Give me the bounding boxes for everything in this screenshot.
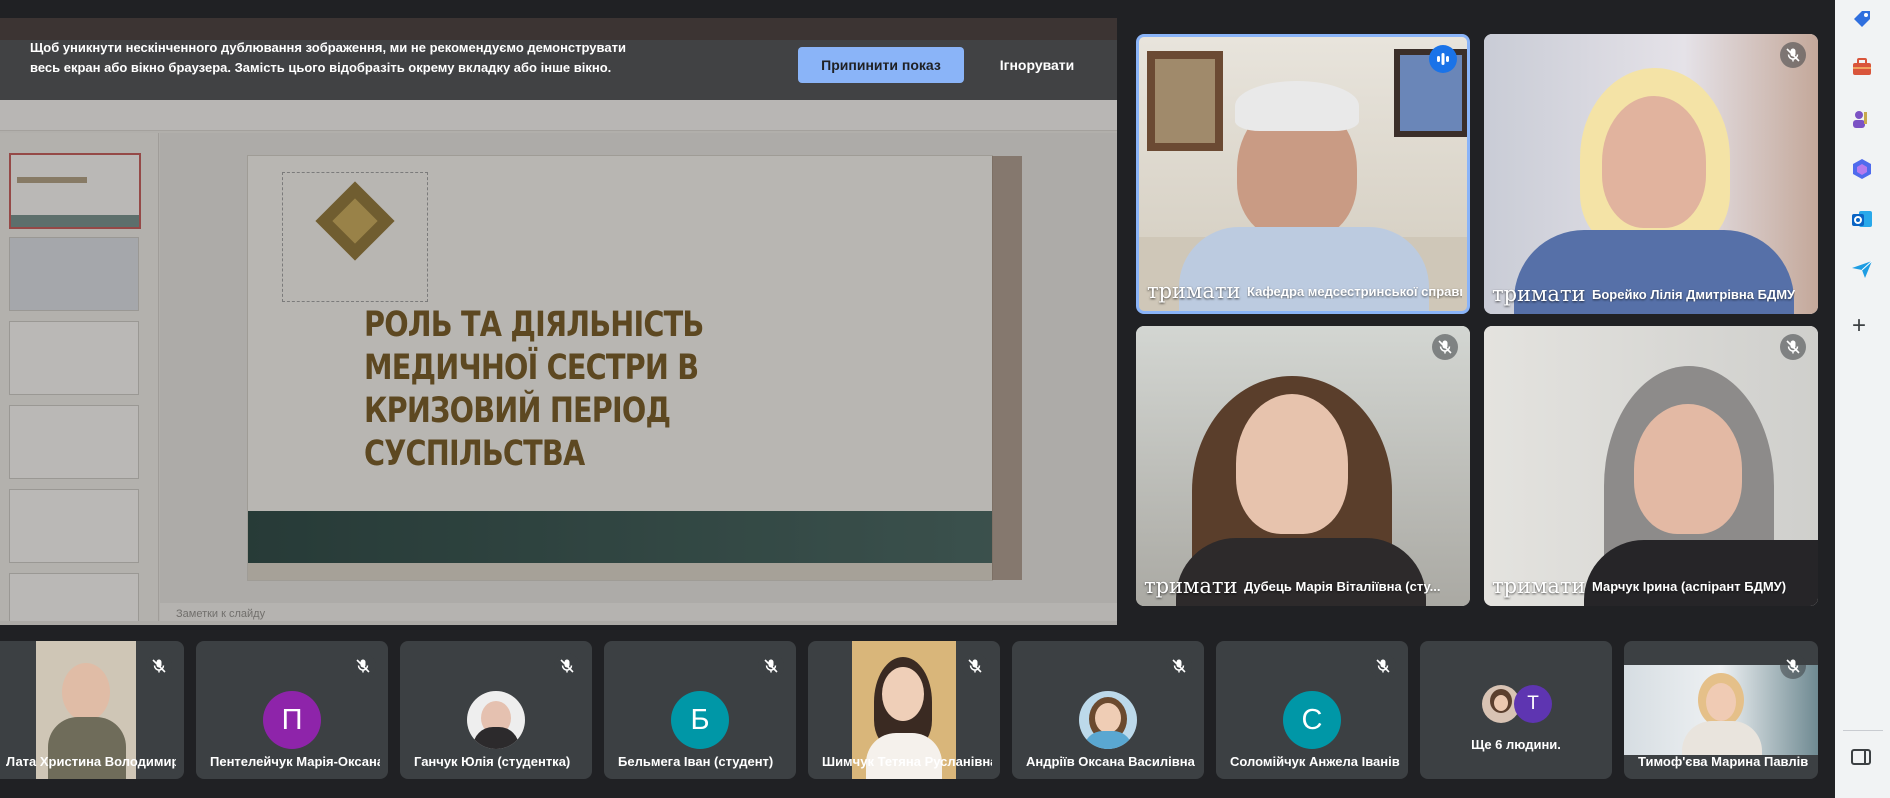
avatar: С [1283, 691, 1341, 749]
add-icon[interactable]: + [1852, 314, 1866, 338]
participant-tile[interactable]: Тимоф'єва Марина Павлівна [1624, 641, 1818, 779]
participant-shirt [1584, 540, 1818, 606]
avatar [467, 691, 525, 749]
participant-face [1602, 96, 1706, 228]
video-tile[interactable]: тримати Марчук Ірина (аспірант БДМУ) [1484, 326, 1818, 606]
hold-label: тримати [1144, 574, 1238, 598]
participant-name: Борейко Лілія Дмитрівна БДМУ [1592, 287, 1796, 302]
people-icon[interactable] [1849, 106, 1875, 132]
avatar: П [263, 691, 321, 749]
mic-off-icon [1780, 334, 1806, 360]
avatar: T [1514, 685, 1552, 723]
mic-off-icon [1780, 653, 1806, 679]
avatar: Б [671, 691, 729, 749]
speaking-indicator-icon [1429, 45, 1457, 73]
participant-face [1634, 404, 1742, 534]
hold-label: тримати [1492, 282, 1586, 306]
participant-name: Соломійчук Анжела Іванівна [1230, 754, 1400, 769]
share-dim-overlay [0, 18, 1117, 625]
participant-name: Кафедра медсестринської справи... [1247, 284, 1462, 299]
briefcase-icon[interactable] [1849, 54, 1875, 80]
banner-text: Щоб уникнути нескінченного дублювання зо… [30, 40, 626, 75]
outlook-icon[interactable] [1849, 206, 1875, 232]
mic-off-icon [1432, 334, 1458, 360]
participant-tile[interactable]: Ганчук Юлія (студентка) [400, 641, 592, 779]
participant-tile[interactable]: Шимчук Тетяна Русланівна [808, 641, 1000, 779]
mic-off-icon [1780, 42, 1806, 68]
participant-face [1236, 394, 1348, 534]
wall-frame [1147, 51, 1223, 151]
participant-name: Лата Христина Володимирівна [6, 754, 176, 769]
sidebar-panel-icon[interactable] [1851, 749, 1871, 765]
mic-off-icon [758, 653, 784, 679]
stop-sharing-button[interactable]: Припинити показ [798, 47, 964, 83]
hold-label: тримати [1147, 279, 1241, 303]
participant-name: Дубець Марія Віталіївна (сту... [1244, 579, 1441, 594]
participant-name: Шимчук Тетяна Русланівна [822, 754, 992, 769]
participant-name: Тимоф'єва Марина Павлівна [1638, 754, 1808, 769]
participant-name: Пентелейчук Марія-Оксана [210, 754, 380, 769]
participant-name: Андріїв Оксана Василівна [1026, 754, 1195, 769]
participant-tile[interactable]: С Соломійчук Анжела Іванівна [1216, 641, 1408, 779]
browser-sidebar: + [1835, 0, 1890, 798]
copilot-icon[interactable] [1849, 156, 1875, 182]
more-participants-label: Ще 6 людини. [1471, 737, 1561, 752]
participant-tile[interactable]: Б Бельмега Іван (студент) [604, 641, 796, 779]
participant-name: Марчук Ірина (аспірант БДМУ) [1592, 579, 1787, 594]
mic-off-icon [1370, 653, 1396, 679]
mic-off-icon [554, 653, 580, 679]
participant-name: Ганчук Юлія (студентка) [414, 754, 571, 769]
avatar [1079, 691, 1137, 749]
tag-icon[interactable] [1849, 6, 1875, 32]
hold-label: тримати [1492, 574, 1586, 598]
video-tile[interactable]: тримати Кафедра медсестринської справи..… [1136, 34, 1470, 314]
mic-off-icon [146, 653, 172, 679]
send-icon[interactable] [1849, 256, 1875, 282]
video-tile[interactable]: тримати Дубець Марія Віталіївна (сту... [1136, 326, 1470, 606]
mic-off-icon [1166, 653, 1192, 679]
participant-name: Бельмега Іван (студент) [618, 754, 774, 769]
participant-tile[interactable]: Андріїв Оксана Василівна [1012, 641, 1204, 779]
mic-off-icon [350, 653, 376, 679]
more-participants-tile[interactable]: T Ще 6 людини. [1420, 641, 1612, 779]
video-tile[interactable]: тримати Борейко Лілія Дмитрівна БДМУ [1484, 34, 1818, 314]
participant-tile[interactable]: П Пентелейчук Марія-Оксана [196, 641, 388, 779]
participant-tile[interactable]: Лата Христина Володимирівна [0, 641, 184, 779]
mic-off-icon [962, 653, 988, 679]
ignore-button[interactable]: Ігнорувати [982, 47, 1092, 83]
sidebar-divider [1843, 730, 1883, 731]
